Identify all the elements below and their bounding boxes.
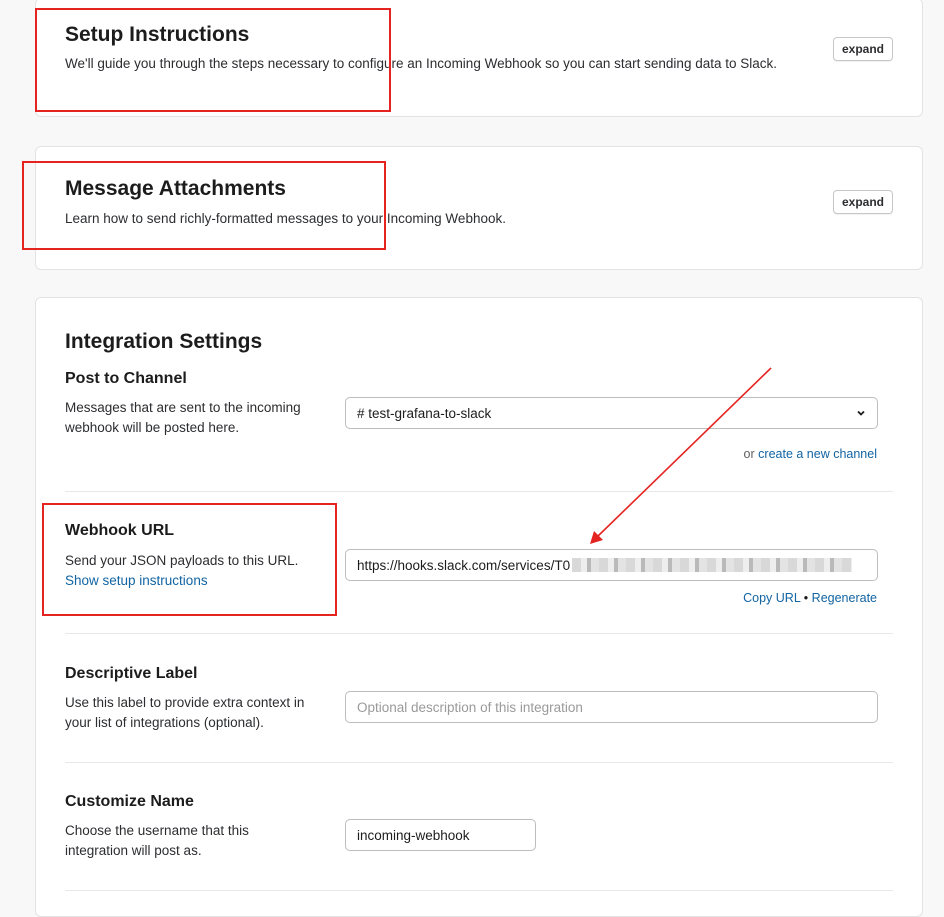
annotation-box-webhook	[42, 503, 337, 616]
copy-url-link[interactable]: Copy URL	[743, 591, 800, 605]
create-channel-row: or create a new channel	[744, 447, 877, 461]
setup-instructions-expand-button[interactable]: expand	[832, 37, 893, 61]
divider	[65, 890, 893, 891]
chevron-down-icon	[856, 408, 866, 418]
customize-name-description: Choose the username that this integratio…	[65, 823, 249, 858]
channel-select-value: # test-grafana-to-slack	[357, 405, 492, 421]
webhook-url-value: https://hooks.slack.com/services/T0	[357, 557, 571, 573]
or-text: or	[743, 447, 755, 461]
descriptive-label-description: Use this label to provide extra context …	[65, 695, 305, 730]
descriptive-label-field[interactable]	[345, 691, 878, 723]
integration-settings-title: Integration Settings	[65, 330, 263, 353]
descriptive-label-title: Descriptive Label	[65, 665, 198, 682]
channel-select[interactable]: # test-grafana-to-slack	[345, 397, 878, 429]
descriptive-label-input[interactable]	[357, 699, 866, 715]
post-to-channel-description: Messages that are sent to the incoming w…	[65, 400, 301, 435]
post-to-channel-title: Post to Channel	[65, 370, 187, 387]
divider	[65, 633, 893, 634]
create-new-channel-link[interactable]: create a new channel	[758, 447, 877, 461]
customize-name-title: Customize Name	[65, 793, 194, 810]
annotation-box-attachments	[22, 161, 386, 250]
blurred-url-token	[572, 558, 853, 572]
customize-name-value: incoming-webhook	[357, 827, 470, 843]
customize-name-field[interactable]: incoming-webhook	[345, 819, 536, 851]
webhook-url-actions: Copy URL • Regenerate	[743, 591, 877, 605]
divider	[65, 491, 893, 492]
regenerate-link[interactable]: Regenerate	[812, 591, 877, 605]
message-attachments-expand-button[interactable]: expand	[832, 190, 893, 214]
webhook-url-field[interactable]: https://hooks.slack.com/services/T0	[345, 549, 878, 581]
divider	[65, 762, 893, 763]
annotation-box-setup	[35, 8, 391, 112]
bullet-separator: •	[803, 591, 809, 605]
